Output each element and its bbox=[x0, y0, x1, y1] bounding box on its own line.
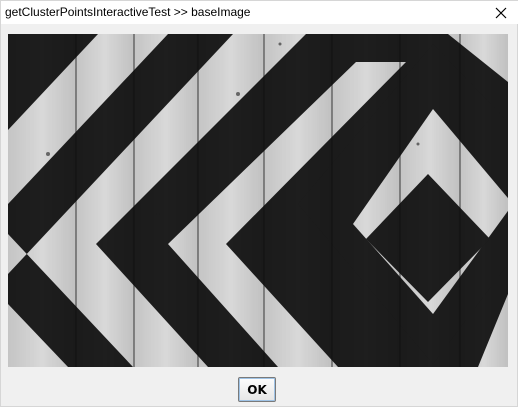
window-title: getClusterPointsInteractiveTest >> baseI… bbox=[5, 5, 251, 19]
dialog-window: getClusterPointsInteractiveTest >> baseI… bbox=[0, 0, 518, 407]
ok-button[interactable]: OK bbox=[238, 377, 276, 402]
close-icon bbox=[495, 7, 507, 19]
base-image bbox=[8, 34, 508, 367]
title-bar[interactable]: getClusterPointsInteractiveTest >> baseI… bbox=[1, 1, 518, 24]
base-image-graphic bbox=[8, 34, 508, 367]
close-button[interactable] bbox=[489, 1, 513, 24]
